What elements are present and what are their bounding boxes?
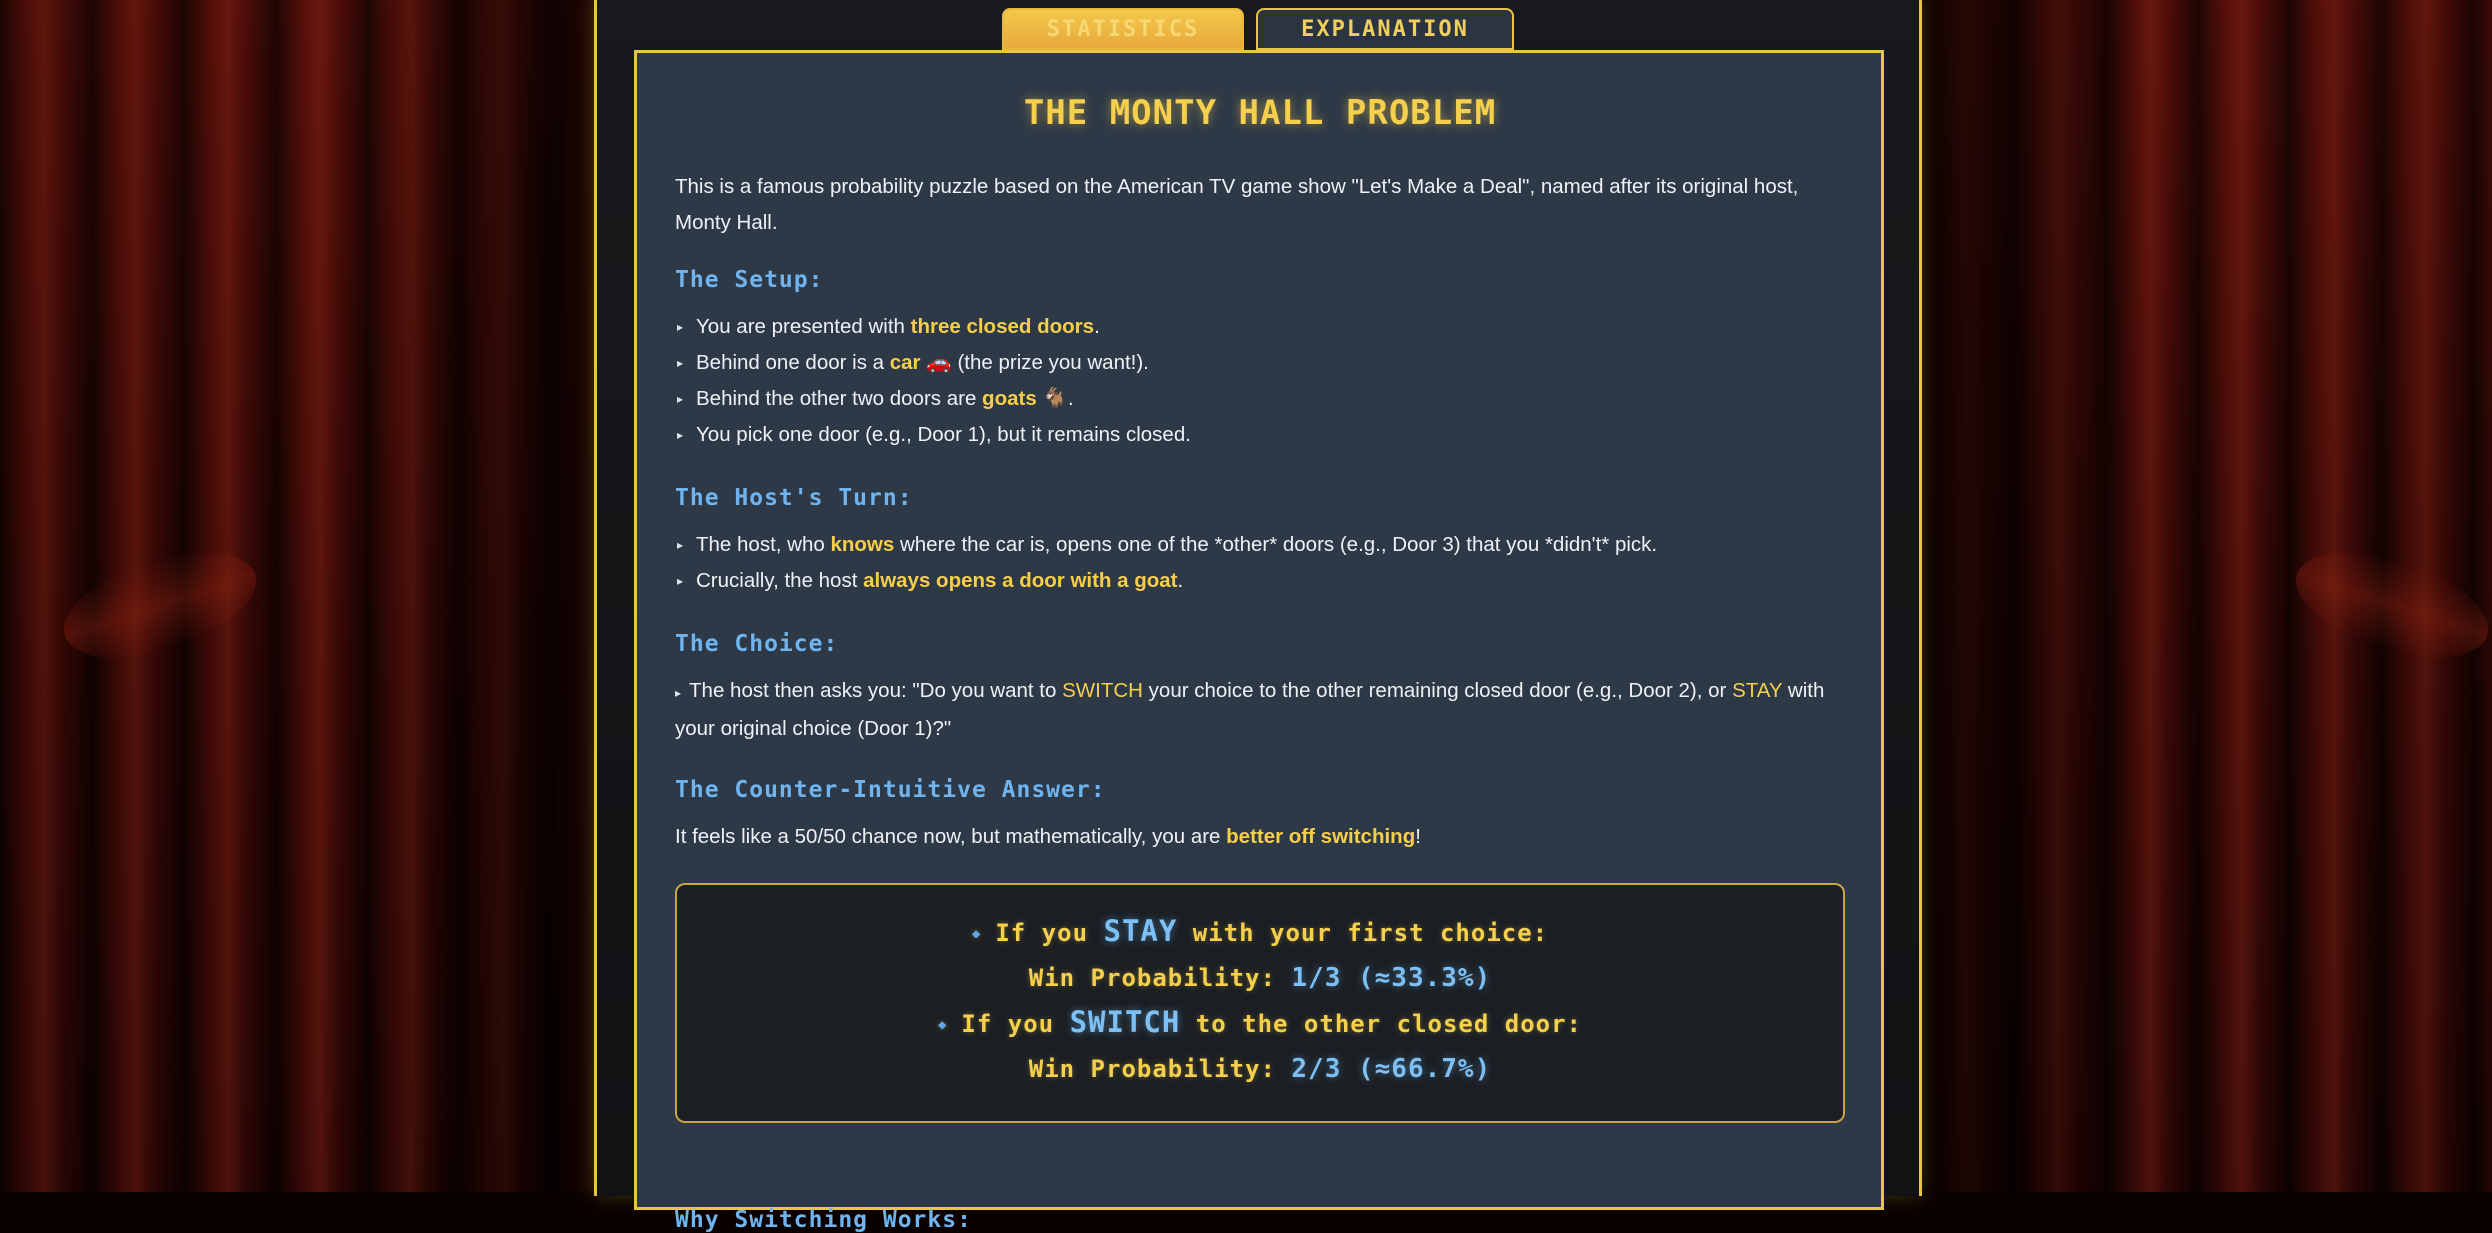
intro-text: This is a famous probability puzzle base… — [675, 175, 1799, 234]
switch-probability: Win Probability: 2/3 (≈66.7%) — [1028, 1054, 1492, 1084]
answer-heading: The Counter-Intuitive Answer: — [675, 777, 1106, 803]
right-curtain — [1922, 0, 2492, 1192]
bullet-icon: ▸ — [677, 428, 684, 442]
list-item: ▸ You pick one door (e.g., Door 1), but i… — [675, 417, 1845, 453]
explanation-panel: THE MONTY HALL PROBLEM This is a famous … — [634, 50, 1884, 1233]
answer-text: It feels like a 50/50 chance now, but ma… — [675, 825, 1421, 848]
tab-bar: STATISTICS EXPLANATION — [1002, 8, 1514, 50]
choice-heading: The Choice: — [675, 631, 839, 657]
bullet-icon: ▸ — [677, 392, 684, 406]
bullet-icon: ▸ — [677, 320, 684, 334]
list-item: ▸ Behind one door is a car 🚗 (the prize y… — [675, 345, 1845, 381]
diamond-icon: ◆ — [971, 926, 982, 942]
switch-line: ◆ If you SWITCH to the other closed door: — [937, 1005, 1583, 1039]
diamond-icon: ◆ — [937, 1017, 948, 1033]
why-heading: Why Switching Works: — [675, 1207, 972, 1233]
probability-box: ◆ If you STAY with your first choice: Win… — [675, 883, 1845, 1123]
choice-text: ▸ The host then asks you: "Do you want to… — [675, 679, 1825, 740]
bullet-icon: ▸ — [677, 356, 684, 370]
stay-line: ◆ If you STAY with your first choice: — [971, 914, 1549, 948]
list-item: ▸ Crucially, the host always opens a door… — [675, 563, 1845, 599]
setup-heading: The Setup: — [675, 267, 824, 293]
bullet-icon: ▸ — [675, 686, 682, 700]
stay-probability: Win Probability: 1/3 (≈33.3%) — [1028, 963, 1492, 993]
host-list: ▸ The host, who knows where the car is, o… — [675, 527, 1845, 599]
list-item: ▸ You are presented with three closed doo… — [675, 309, 1845, 345]
tab-statistics[interactable]: STATISTICS — [1002, 8, 1244, 50]
left-curtain — [0, 0, 600, 1192]
list-item: ▸ Behind the other two doors are goats 🐐. — [675, 381, 1845, 417]
bullet-icon: ▸ — [677, 538, 684, 552]
bullet-icon: ▸ — [677, 574, 684, 588]
list-item: ▸ The host, who knows where the car is, o… — [675, 527, 1845, 563]
setup-list: ▸ You are presented with three closed doo… — [675, 309, 1845, 453]
page-title: THE MONTY HALL PROBLEM — [1023, 93, 1497, 133]
host-heading: The Host's Turn: — [675, 485, 913, 511]
tab-explanation[interactable]: EXPLANATION — [1256, 8, 1514, 50]
